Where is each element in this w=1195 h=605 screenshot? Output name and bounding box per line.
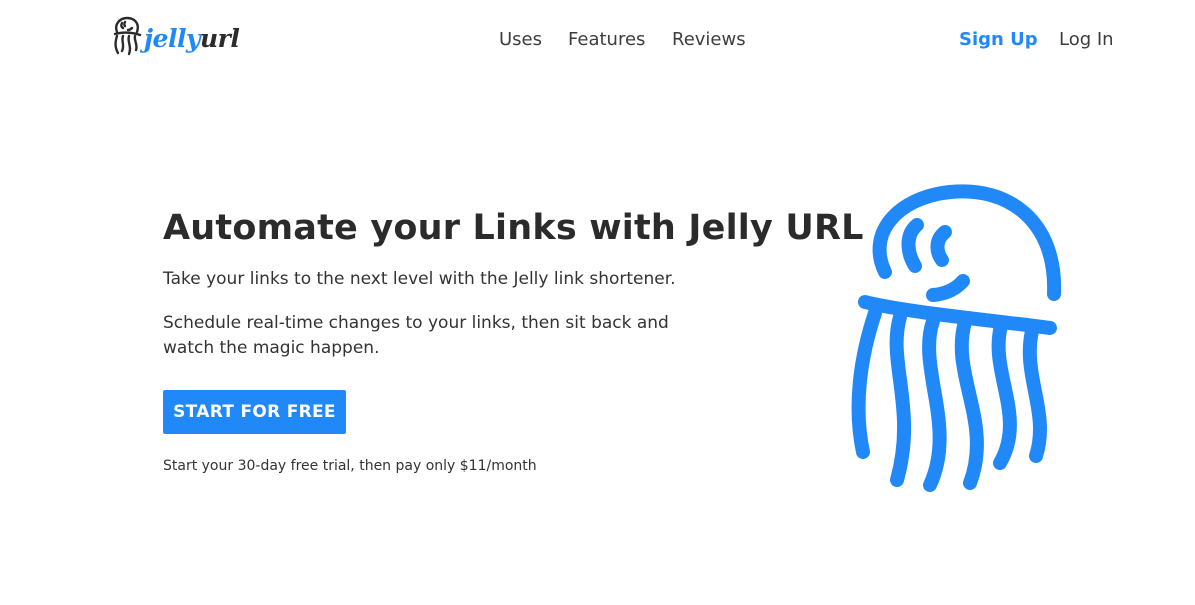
jellyfish-illustration [851, 184, 1062, 492]
logo-wordmark: jellyurl [144, 24, 240, 53]
start-for-free-button[interactable]: START FOR FREE [163, 390, 346, 434]
logo[interactable]: jellyurl [112, 15, 240, 57]
jellyfish-icon [113, 16, 142, 56]
hero-title: Automate your Links with Jelly URL [163, 208, 864, 248]
sign-up-link[interactable]: Sign Up [959, 29, 1038, 51]
nav-link-features[interactable]: Features [568, 29, 645, 51]
hero-subtitle: Take your links to the next level with t… [163, 269, 676, 289]
log-in-link[interactable]: Log In [1059, 29, 1114, 51]
logo-text-jelly: jelly [144, 24, 200, 53]
hero-description: Schedule real-time changes to your links… [163, 313, 669, 358]
trial-note: Start your 30-day free trial, then pay o… [163, 458, 537, 474]
landing-page: jellyurl Uses Features Reviews Sign Up L… [0, 0, 1195, 605]
nav-link-reviews[interactable]: Reviews [672, 29, 746, 51]
nav-link-uses[interactable]: Uses [499, 29, 542, 51]
logo-text-url: url [199, 24, 240, 53]
